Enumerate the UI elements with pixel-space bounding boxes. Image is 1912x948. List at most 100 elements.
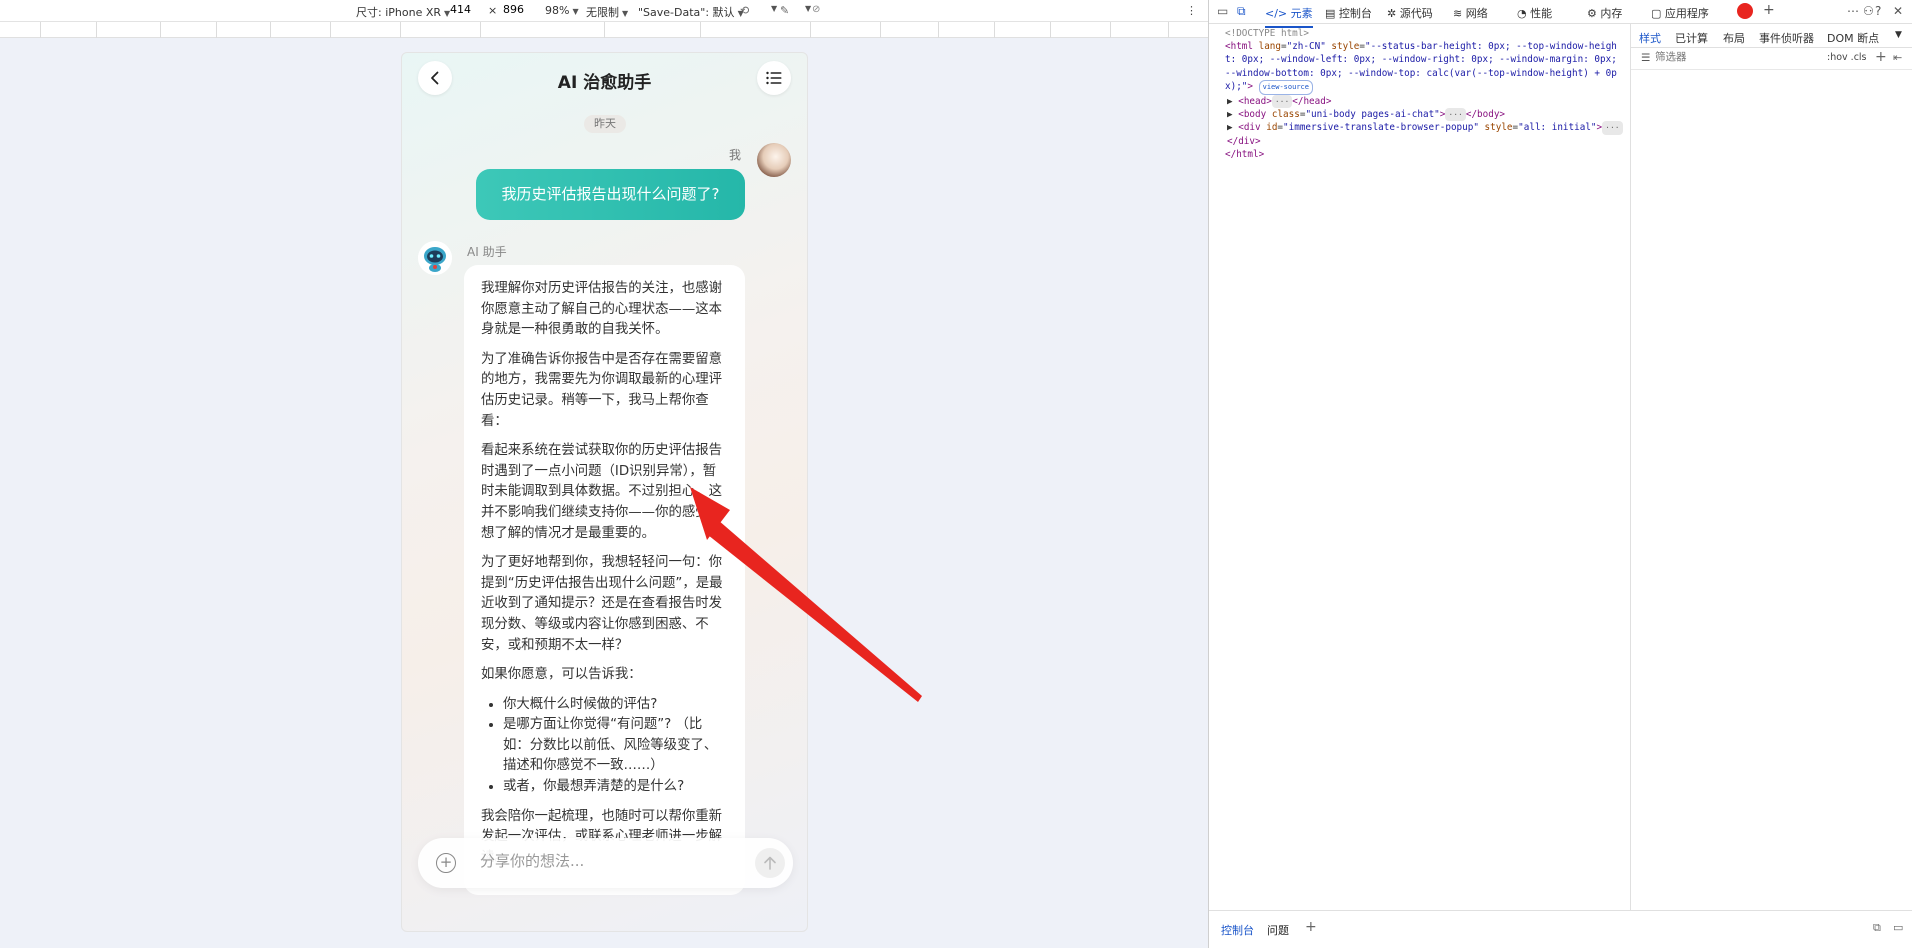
ai-paragraph: 看起来系统在尝试获取你的历史评估报告时遇到了一点小问题（ID识别异常），暂时未能… xyxy=(481,443,723,541)
chevron-down-icon: ▼ xyxy=(622,9,629,18)
add-tab-icon[interactable]: + xyxy=(1763,2,1775,18)
filter-icon: ☰ xyxy=(1641,52,1651,64)
phone-viewport: AI 治愈助手 昨天 我 我历史评估报告出现什么问题了? AI 助手 我理解你对… xyxy=(401,52,808,932)
tab-elements[interactable]: </> 元素 xyxy=(1265,5,1313,28)
bottom-drawer: 控制台 问题 + ⧉ ▭ xyxy=(1209,910,1912,948)
list-icon xyxy=(766,71,782,85)
send-button[interactable] xyxy=(755,848,785,878)
rotate-icon[interactable]: ⟲ xyxy=(740,4,749,17)
arrow-up-icon xyxy=(764,856,776,870)
page-title: AI 治愈助手 xyxy=(557,73,652,93)
message-input-bar: + xyxy=(418,838,793,888)
tab-dom-breakpoints[interactable]: DOM 断点 xyxy=(1827,30,1879,46)
message-input[interactable] xyxy=(480,852,730,870)
user-avatar xyxy=(757,143,791,177)
tab-event-listeners[interactable]: 事件侦听器 xyxy=(1759,30,1814,46)
styles-filter-row: ☰ :hov .cls + ⇤ xyxy=(1631,48,1912,70)
dom-line-div[interactable]: ▶ <div id="immersive-translate-browser-p… xyxy=(1225,121,1625,147)
plus-icon: + xyxy=(439,853,453,871)
tab-styles[interactable]: 样式 xyxy=(1639,30,1661,46)
ai-name: AI 助手 xyxy=(467,245,507,259)
ai-paragraph: 为了更好地帮到你，我想轻轻问一句：你提到“历史评估报告出现什么问题”，是最近收到… xyxy=(481,555,723,653)
more-options-icon[interactable]: ⋮ xyxy=(1186,4,1197,17)
dom-tree: <!DOCTYPE html> <html lang="zh-CN" style… xyxy=(1225,27,1625,161)
drawer-tab-console[interactable]: 控制台 xyxy=(1221,922,1254,938)
wifi-icon: ≋ xyxy=(1453,7,1466,20)
list-item: 或者，你最想弄清楚的是什么? xyxy=(503,777,729,798)
ai-paragraph: 我理解你对历史评估报告的关注，也感谢你愿意主动了解自己的心理状态——这本身就是一… xyxy=(481,281,723,338)
tab-network[interactable]: ≋ 网络 xyxy=(1453,5,1488,21)
pane-divider[interactable] xyxy=(1630,24,1631,910)
styles-filter-input[interactable] xyxy=(1655,51,1805,63)
devtools-panel: ▭ ⧉ </> 元素 ▤ 控制台 ✲ 源代码 ≋ 网络 ◔ 性能 ⚙ 内存 ▢ … xyxy=(1208,0,1912,948)
zoom-label: 98% xyxy=(545,4,570,17)
height-input[interactable] xyxy=(503,3,533,16)
tab-performance[interactable]: ◔ 性能 xyxy=(1517,5,1552,21)
ai-paragraph: 为了准确告诉你报告中是否存在需要留意的地方，我需要先为你调取最新的心理评估历史记… xyxy=(481,351,723,429)
hov-cls-toggle[interactable]: :hov .cls xyxy=(1827,52,1867,63)
expand-triangle-icon[interactable]: ▶ xyxy=(1227,109,1233,120)
dom-line-html[interactable]: <html lang="zh-CN" style="--status-bar-h… xyxy=(1225,40,1625,96)
zoom-select[interactable]: 98% ▼ xyxy=(545,4,579,17)
drawer-tab-issues[interactable]: 问题 xyxy=(1267,922,1289,938)
chevron-down-icon[interactable]: ▼ xyxy=(805,4,811,13)
device-ruler xyxy=(0,22,1208,38)
dom-line-doctype[interactable]: <!DOCTYPE html> xyxy=(1225,27,1625,40)
chevron-down-icon[interactable]: ▼ xyxy=(1895,30,1902,40)
gear-icon: ⚙ xyxy=(1587,7,1601,20)
console-icon: ▤ xyxy=(1325,7,1339,20)
window-icon: ▢ xyxy=(1651,7,1665,20)
user-message-bubble: 我历史评估报告出现什么问题了? xyxy=(476,169,745,220)
tab-console[interactable]: ▤ 控制台 xyxy=(1325,5,1372,21)
close-drawer-icon[interactable]: ▭ xyxy=(1893,921,1903,934)
save-data-label: "Save-Data": 默认 xyxy=(638,6,735,19)
add-drawer-tab-icon[interactable]: + xyxy=(1305,919,1317,935)
save-data-select[interactable]: "Save-Data": 默认 ▼ xyxy=(638,4,744,20)
device-label: 尺寸: iPhone XR xyxy=(356,6,442,19)
code-icon: </> xyxy=(1265,7,1291,20)
tab-layout[interactable]: 布局 xyxy=(1723,30,1745,46)
robot-icon xyxy=(418,241,452,275)
times-sign: × xyxy=(488,4,498,17)
expand-triangle-icon[interactable]: ▶ xyxy=(1227,96,1233,107)
list-item: 是哪方面让你觉得“有问题”? （比如：分数比以前低、风险等级变了、描述和你感觉不… xyxy=(503,715,729,777)
tab-memory[interactable]: ⚙ 内存 xyxy=(1587,5,1622,21)
feedback-icon[interactable]: ⚇ xyxy=(1863,4,1874,18)
throttle-select[interactable]: 无限制 ▼ xyxy=(586,4,628,20)
dom-line-html-close[interactable]: </html> xyxy=(1225,148,1625,161)
list-item: 你大概什么时候做的评估? xyxy=(503,695,729,716)
user-name: 我 xyxy=(728,148,741,162)
tab-sources[interactable]: ✲ 源代码 xyxy=(1387,5,1433,21)
device-mode-icon[interactable]: ▭ xyxy=(1217,4,1228,18)
dom-line-body[interactable]: ▶ <body class="uni-body pages-ai-chat"> ·… xyxy=(1225,108,1625,122)
devtools-tab-bar: ▭ ⧉ </> 元素 ▤ 控制台 ✲ 源代码 ≋ 网络 ◔ 性能 ⚙ 内存 ▢ … xyxy=(1209,0,1912,28)
help-icon[interactable]: ? xyxy=(1875,4,1881,18)
dom-line-head[interactable]: ▶ <head> ··· </head> xyxy=(1225,95,1625,109)
more-tools-icon[interactable]: ⋯ xyxy=(1847,4,1859,18)
device-select[interactable]: 尺寸: iPhone XR ▼ xyxy=(356,4,450,20)
expand-triangle-icon[interactable]: ▶ xyxy=(1227,122,1233,133)
throttle-label: 无限制 xyxy=(586,6,619,19)
width-input[interactable] xyxy=(450,3,480,16)
bug-icon: ✲ xyxy=(1387,7,1400,20)
dock-icon[interactable]: ⧉ xyxy=(1873,921,1881,935)
device-toolbar: 尺寸: iPhone XR▼ × 98%▼ 无限制▼ "Save-Data": … xyxy=(0,0,1208,22)
tab-application[interactable]: ▢ 应用程序 xyxy=(1651,5,1709,21)
chevron-down-icon[interactable]: ▼ xyxy=(771,4,777,13)
ai-avatar xyxy=(418,241,452,275)
add-rule-icon[interactable]: + xyxy=(1875,49,1887,65)
history-list-button[interactable] xyxy=(757,61,791,95)
add-attachment-button[interactable]: + xyxy=(436,853,456,873)
ai-message-bubble: 我理解你对历史评估报告的关注，也感谢你愿意主动了解自己的心理状态——这本身就是一… xyxy=(464,265,745,895)
tab-computed[interactable]: 已计算 xyxy=(1675,30,1708,46)
date-divider: 昨天 xyxy=(584,115,626,133)
pen-icon[interactable]: ✎ xyxy=(780,4,789,17)
sidebar-toggle-icon[interactable]: ⇤ xyxy=(1893,51,1902,64)
inspect-icon[interactable]: ⧉ xyxy=(1237,4,1246,19)
ai-paragraph: 如果你愿意，可以告诉我： xyxy=(481,667,642,683)
extension-icon[interactable] xyxy=(1737,3,1753,19)
view-source-badge[interactable]: view-source xyxy=(1258,79,1313,96)
close-icon[interactable]: ✕ xyxy=(1893,4,1903,18)
chevron-down-icon: ▼ xyxy=(572,7,579,16)
no-image-icon[interactable]: ⊘ xyxy=(812,4,820,15)
